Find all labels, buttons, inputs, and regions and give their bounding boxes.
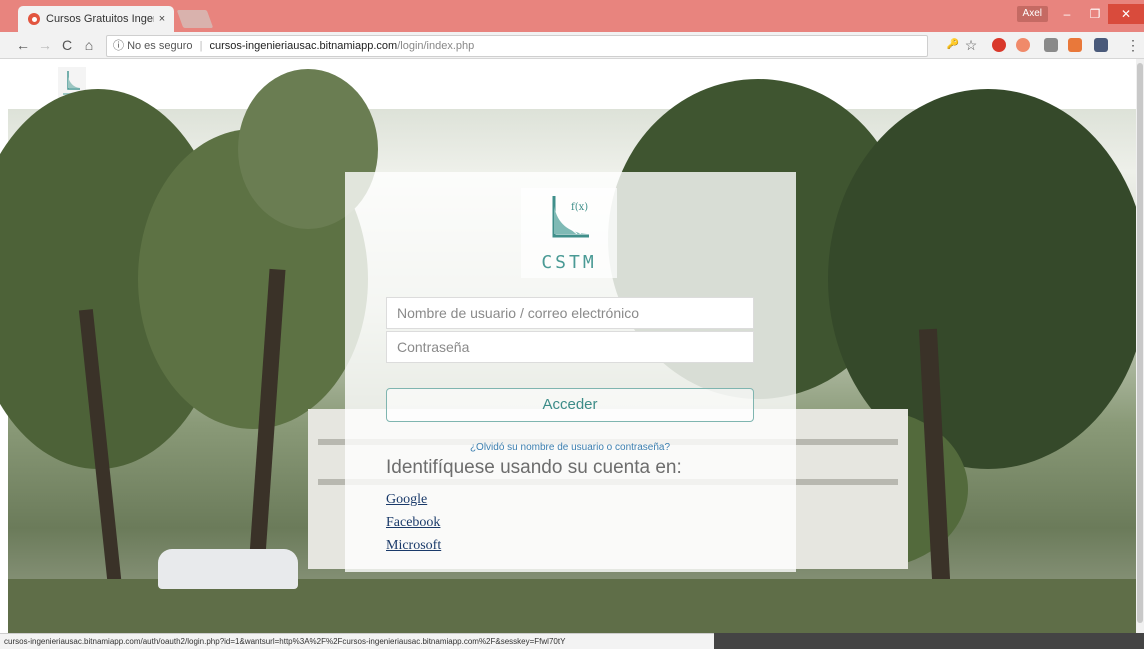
- url-path: /login/index.php: [397, 40, 475, 52]
- address-separator: |: [199, 40, 203, 52]
- back-button[interactable]: ←: [14, 36, 32, 54]
- taskbar-strip: [714, 633, 1144, 649]
- site-favicon-icon: [28, 13, 40, 25]
- forgot-password-link[interactable]: ¿Olvidó su nombre de usuario o contraseñ…: [386, 442, 754, 453]
- svg-text:f(x): f(x): [571, 202, 588, 213]
- identify-heading: Identifíquese usando su cuenta en:: [386, 457, 682, 478]
- minimize-button[interactable]: –: [1054, 4, 1080, 24]
- browser-titlebar: Cursos Gratuitos Ingeni × Axel – ❐ ✕: [0, 0, 1144, 32]
- extension-icon[interactable]: [1044, 38, 1058, 52]
- facebook-login-link[interactable]: Facebook: [386, 515, 440, 531]
- reload-button[interactable]: C: [58, 36, 76, 54]
- browser-toolbar: ← → C ⌂ ⓘ No es seguro | cursos-ingenier…: [0, 32, 1144, 59]
- google-login-link[interactable]: Google: [386, 492, 427, 508]
- new-tab-button[interactable]: [176, 10, 214, 28]
- scrollbar-thumb[interactable]: [1137, 63, 1143, 623]
- extension-icon[interactable]: [1016, 38, 1030, 52]
- profile-badge[interactable]: Axel: [1016, 6, 1048, 22]
- login-card: f(x) CSTM Acceder ¿Olvidó su nombre de u…: [345, 172, 796, 572]
- extension-icon[interactable]: [1068, 38, 1082, 52]
- status-url: cursos-ingenieriausac.bitnamiapp.com/aut…: [0, 633, 714, 649]
- bookmark-star-icon[interactable]: ☆: [962, 36, 980, 54]
- microsoft-login-link[interactable]: Microsoft: [386, 538, 441, 554]
- login-button[interactable]: Acceder: [386, 388, 754, 422]
- tab-close-icon[interactable]: ×: [154, 13, 170, 25]
- extension-icon[interactable]: [992, 38, 1006, 52]
- security-indicator[interactable]: No es seguro: [127, 40, 192, 52]
- browser-tab[interactable]: Cursos Gratuitos Ingeni ×: [18, 6, 174, 32]
- forward-button[interactable]: →: [36, 36, 54, 54]
- browser-menu-icon[interactable]: ⋮: [1124, 36, 1142, 54]
- address-bar[interactable]: ⓘ No es seguro | cursos-ingenieriausac.b…: [106, 35, 928, 57]
- extension-icon[interactable]: [1094, 38, 1108, 52]
- cstm-logo: f(x) CSTM: [521, 188, 617, 278]
- parked-car: [158, 549, 298, 589]
- tab-title: Cursos Gratuitos Ingeni: [46, 13, 154, 25]
- key-icon[interactable]: 🔑: [944, 36, 962, 54]
- password-input[interactable]: [386, 331, 754, 363]
- maximize-button[interactable]: ❐: [1082, 4, 1108, 24]
- close-window-button[interactable]: ✕: [1108, 4, 1144, 24]
- page-scrollbar[interactable]: [1136, 59, 1144, 633]
- cstm-logo-icon: f(x): [552, 196, 589, 238]
- info-icon[interactable]: ⓘ: [113, 40, 124, 52]
- status-bar: cursos-ingenieriausac.bitnamiapp.com/aut…: [0, 633, 1144, 649]
- url-host: cursos-ingenieriausac.bitnamiapp.com: [209, 40, 398, 52]
- username-input[interactable]: [386, 297, 754, 329]
- cstm-logo-text: CSTM: [541, 252, 597, 273]
- home-button[interactable]: ⌂: [80, 36, 98, 54]
- page-viewport: f(x) CSTM Acceder ¿Olvidó su nombre de u…: [0, 59, 1136, 633]
